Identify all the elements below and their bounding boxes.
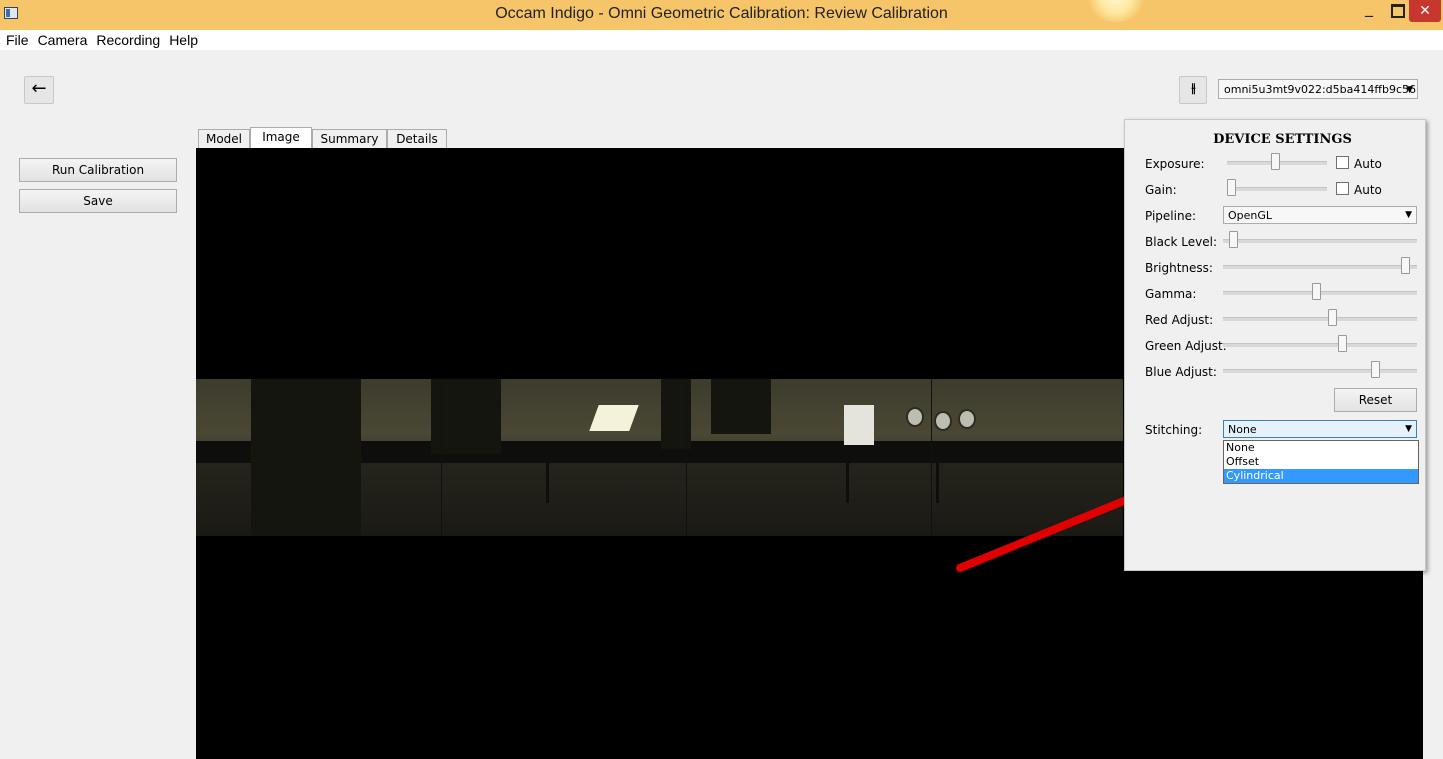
pano-table-leg [846,463,849,503]
maximize-icon [1391,4,1405,18]
reset-button[interactable]: Reset [1334,388,1417,412]
gain-label: Gain: [1145,183,1177,197]
close-button[interactable]: ✕ [1409,0,1441,22]
pano-table-leg [936,463,939,503]
run-calibration-button[interactable]: Run Calibration [19,158,177,182]
gain-slider[interactable] [1227,179,1327,196]
tab-summary[interactable]: Summary [312,129,387,148]
pano-person [711,379,771,434]
exposure-label: Exposure: [1145,157,1205,171]
pipeline-label: Pipeline: [1145,209,1197,223]
black-level-slider[interactable] [1223,231,1417,248]
stitching-select[interactable]: None ▼ [1223,420,1417,438]
device-settings-title: DEVICE SETTINGS [1213,132,1352,147]
slider-handle[interactable] [1328,309,1337,326]
back-arrow-icon: ← [31,78,47,99]
title-bar: Occam Indigo - Omni Geometric Calibratio… [0,0,1443,30]
menu-recording[interactable]: Recording [93,30,163,50]
gain-auto-checkbox[interactable] [1336,182,1349,195]
chevron-down-icon: ▼ [1406,85,1413,95]
tab-image[interactable]: Image [250,127,312,149]
pano-person [251,379,361,536]
slider-handle[interactable] [1227,179,1236,196]
stitching-dropdown-list: None Offset Cylindrical [1223,440,1419,484]
exposure-slider[interactable] [1227,153,1327,170]
gain-auto-label: Auto [1354,183,1382,197]
pano-table-leg [546,463,549,503]
stitching-option-offset[interactable]: Offset [1224,455,1418,469]
slider-handle[interactable] [1371,361,1380,378]
green-adjust-label: Green Adjust: [1145,339,1227,353]
slider-handle[interactable] [1229,231,1238,248]
pano-seam [686,379,687,536]
pano-seam [931,379,932,536]
device-select[interactable]: omni5u3mt9v022:d5ba414ffb9c56‹ ▼ [1218,79,1418,99]
slider-handle[interactable] [1338,335,1347,352]
maximize-button[interactable] [1385,0,1407,22]
stitching-option-cylindrical[interactable]: Cylindrical [1224,469,1418,483]
slider-handle[interactable] [1312,283,1321,300]
pipeline-select[interactable]: OpenGL ▼ [1223,206,1417,224]
pano-laptop-screen [589,405,639,431]
blue-adjust-label: Blue Adjust: [1145,365,1217,379]
black-level-label: Black Level: [1145,235,1217,249]
back-button[interactable]: ← [24,76,54,104]
pipeline-select-value: OpenGL [1228,209,1273,222]
window-title: Occam Indigo - Omni Geometric Calibratio… [495,5,948,22]
chevron-down-icon: ▼ [1405,210,1412,220]
exposure-auto-label: Auto [1354,157,1382,171]
slider-handle[interactable] [1271,153,1280,170]
pano-box [844,405,874,445]
sliders-icon: ⫲ [1191,81,1195,96]
blue-adjust-slider[interactable] [1223,361,1417,378]
tab-details[interactable]: Details [387,129,447,148]
device-select-value: omni5u3mt9v022:d5ba414ffb9c56‹ [1224,83,1418,96]
stitching-label: Stitching: [1145,423,1203,437]
red-adjust-label: Red Adjust: [1145,313,1214,327]
pano-lamp [934,411,952,431]
chevron-down-icon: ▼ [1405,424,1412,434]
brightness-slider[interactable] [1223,257,1417,274]
brightness-label: Brightness: [1145,261,1213,275]
minimize-button[interactable]: _ [1355,0,1383,22]
gamma-label: Gamma: [1145,287,1197,301]
tab-model[interactable]: Model [198,129,250,148]
menu-file[interactable]: File [3,30,32,50]
green-adjust-slider[interactable] [1223,335,1417,352]
menu-bar: File Camera Recording Help [0,30,1443,50]
menu-camera[interactable]: Camera [35,30,91,50]
exposure-auto-checkbox[interactable] [1336,156,1349,169]
menu-help[interactable]: Help [166,30,201,50]
stitching-option-none[interactable]: None [1224,441,1418,455]
pano-seam [441,379,442,536]
pano-lamp [906,407,924,427]
red-adjust-slider[interactable] [1223,309,1417,326]
stitching-select-value: None [1228,423,1257,436]
pano-lamp [958,409,976,429]
slider-handle[interactable] [1401,257,1410,274]
settings-toggle-button[interactable]: ⫲ [1179,76,1207,104]
save-button[interactable]: Save [19,189,177,213]
device-settings-panel: DEVICE SETTINGS Exposure: Auto Gain: Aut… [1124,119,1426,571]
gamma-slider[interactable] [1223,283,1417,300]
